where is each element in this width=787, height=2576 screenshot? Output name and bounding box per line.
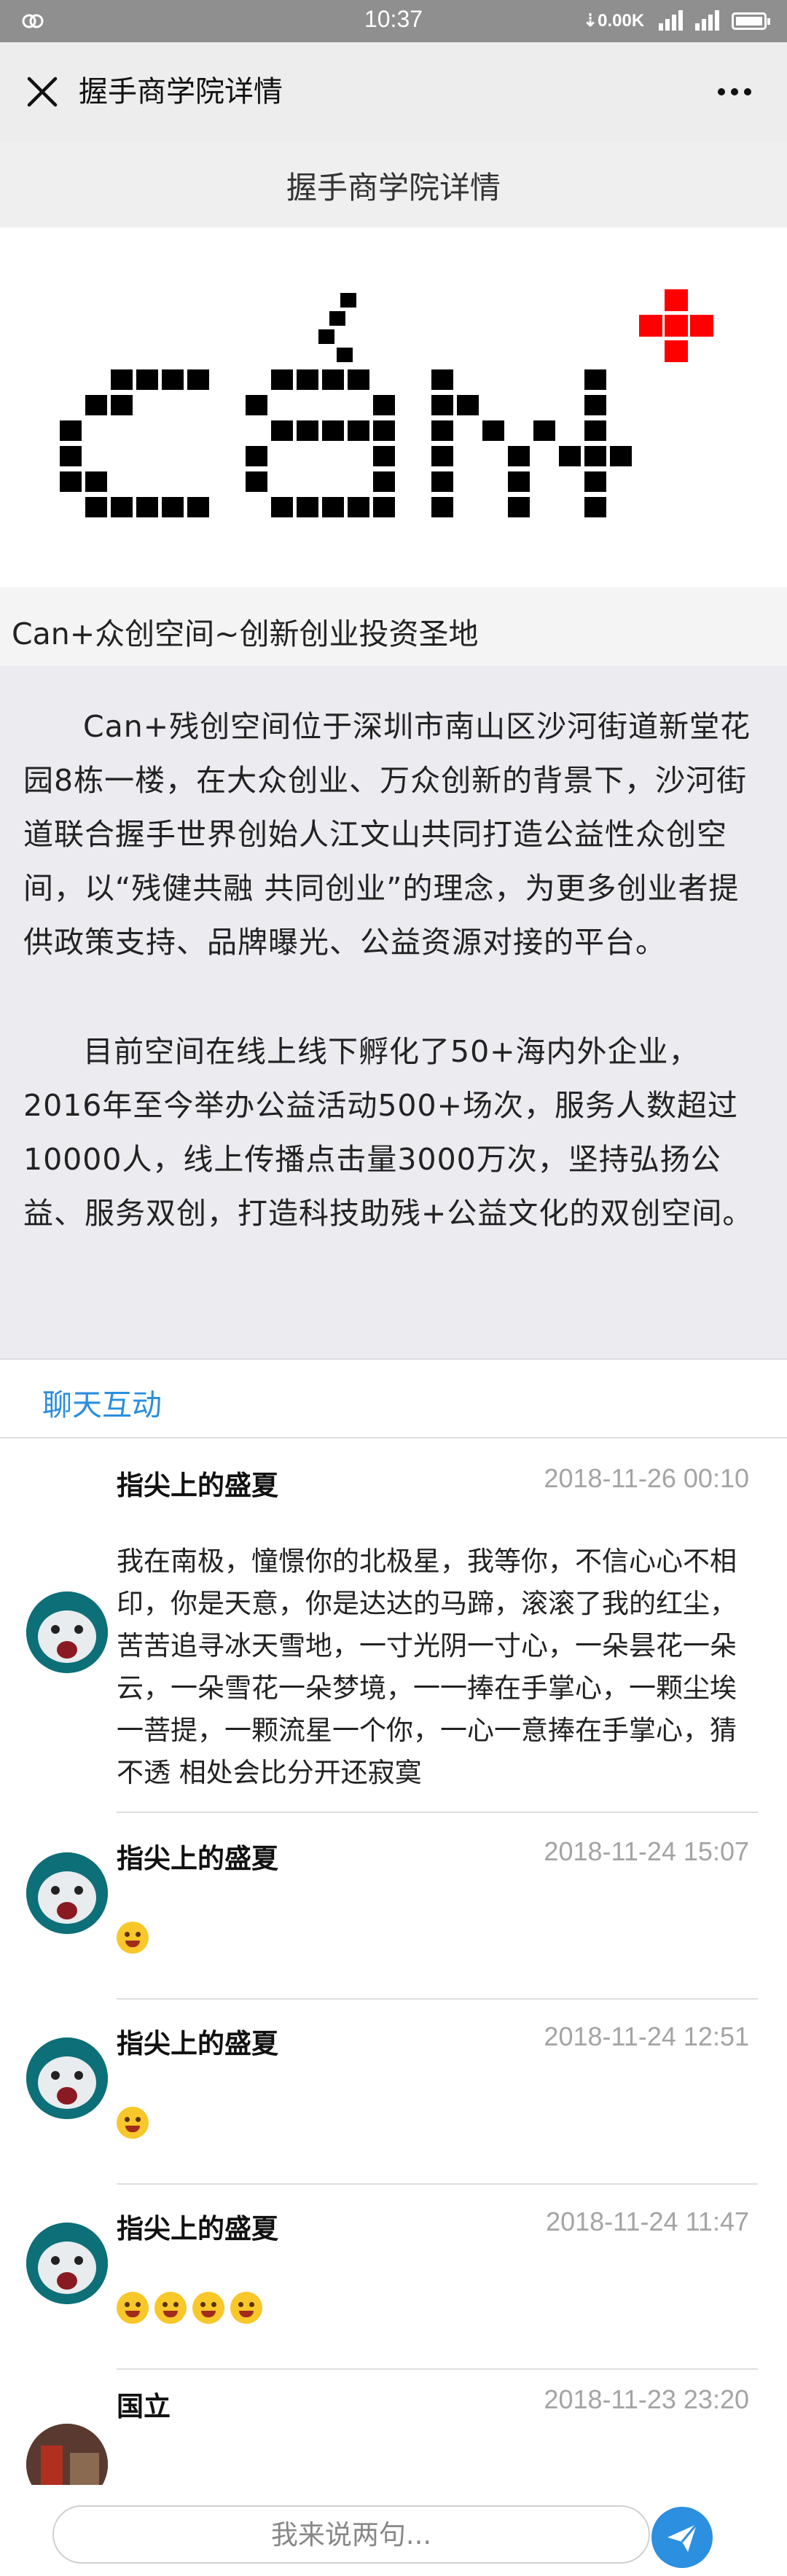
comment-author: 指尖上的盛夏 bbox=[117, 2213, 278, 2244]
divider bbox=[117, 2183, 758, 2185]
tab-chat[interactable]: 聊天互动 bbox=[42, 1380, 162, 1424]
avatar[interactable] bbox=[26, 2037, 108, 2119]
comment-text: 我在南极，憧憬你的北极星，我等你，不信心心不相印，你是天意，你是达达的马蹄，滚滚… bbox=[117, 1546, 737, 1788]
signal-icon bbox=[695, 10, 719, 31]
divider bbox=[117, 2368, 758, 2370]
comment-time: 2018-11-24 12:51 bbox=[544, 2021, 749, 2051]
close-icon[interactable] bbox=[22, 71, 63, 112]
description-paragraph: Can+残创空间位于深圳市南山区沙河街道新堂花园8栋一楼，在大众创业、万众创新的… bbox=[23, 709, 751, 960]
comment-time: 2018-11-23 23:20 bbox=[544, 2384, 749, 2414]
comment-author: 指尖上的盛夏 bbox=[117, 1470, 278, 1501]
crying-emoji bbox=[117, 2106, 149, 2139]
comment-input-bar bbox=[0, 2485, 787, 2576]
status-bar: 10:37 ⇣0.00K bbox=[0, 0, 787, 42]
avatar[interactable] bbox=[26, 1852, 108, 1934]
net-speed: ⇣0.00K bbox=[583, 11, 645, 31]
page-header: 握手商学院详情 bbox=[0, 141, 787, 227]
window-title: 握手商学院详情 bbox=[79, 75, 283, 109]
divider bbox=[117, 1998, 758, 2000]
comment-input[interactable] bbox=[54, 2507, 649, 2562]
banner-caption: Can+众创空间~创新创业投资圣地 bbox=[12, 616, 479, 651]
tear-emoji bbox=[192, 2291, 224, 2324]
comment-time: 2018-11-24 11:47 bbox=[546, 2207, 749, 2236]
signal-icon bbox=[659, 10, 683, 31]
comment-input-wrapper bbox=[52, 2505, 650, 2564]
comment-emojis bbox=[117, 2285, 751, 2328]
comment-time: 2018-11-26 00:10 bbox=[544, 1463, 749, 1493]
send-button[interactable] bbox=[651, 2507, 713, 2568]
more-icon[interactable] bbox=[705, 71, 764, 112]
send-icon bbox=[667, 2524, 698, 2552]
title-bar: 握手商学院详情 bbox=[0, 42, 787, 141]
comment-emojis bbox=[117, 1915, 751, 1957]
can-plus-logo bbox=[60, 289, 713, 517]
comment-author: 指尖上的盛夏 bbox=[117, 1843, 278, 1874]
banner-logo bbox=[9, 227, 778, 587]
tongue-emoji bbox=[117, 2291, 149, 2324]
squint-tongue-emoji bbox=[154, 2291, 187, 2324]
tab-bar: 聊天互动 bbox=[0, 1358, 787, 1438]
comment-time: 2018-11-24 15:07 bbox=[544, 1836, 749, 1866]
avatar[interactable] bbox=[26, 2223, 108, 2304]
description-paragraph: 目前空间在线上线下孵化了50+海内外企业，2016年至今举办公益活动500+场次… bbox=[23, 1034, 753, 1231]
wink-tongue-emoji bbox=[117, 1921, 149, 1954]
comment-author: 国立 bbox=[117, 2391, 171, 2422]
pensive-emoji bbox=[230, 2291, 262, 2324]
comment-emojis bbox=[117, 2100, 751, 2142]
battery-icon bbox=[732, 12, 770, 30]
comment-author: 指尖上的盛夏 bbox=[117, 2028, 278, 2059]
banner-caption-bar: Can+众创空间~创新创业投资圣地 bbox=[0, 587, 787, 666]
description-section: Can+残创空间位于深圳市南山区沙河街道新堂花园8栋一楼，在大众创业、万众创新的… bbox=[0, 666, 787, 1358]
page-title: 握手商学院详情 bbox=[286, 170, 501, 205]
divider bbox=[117, 1812, 758, 1813]
avatar[interactable] bbox=[26, 1592, 108, 1673]
